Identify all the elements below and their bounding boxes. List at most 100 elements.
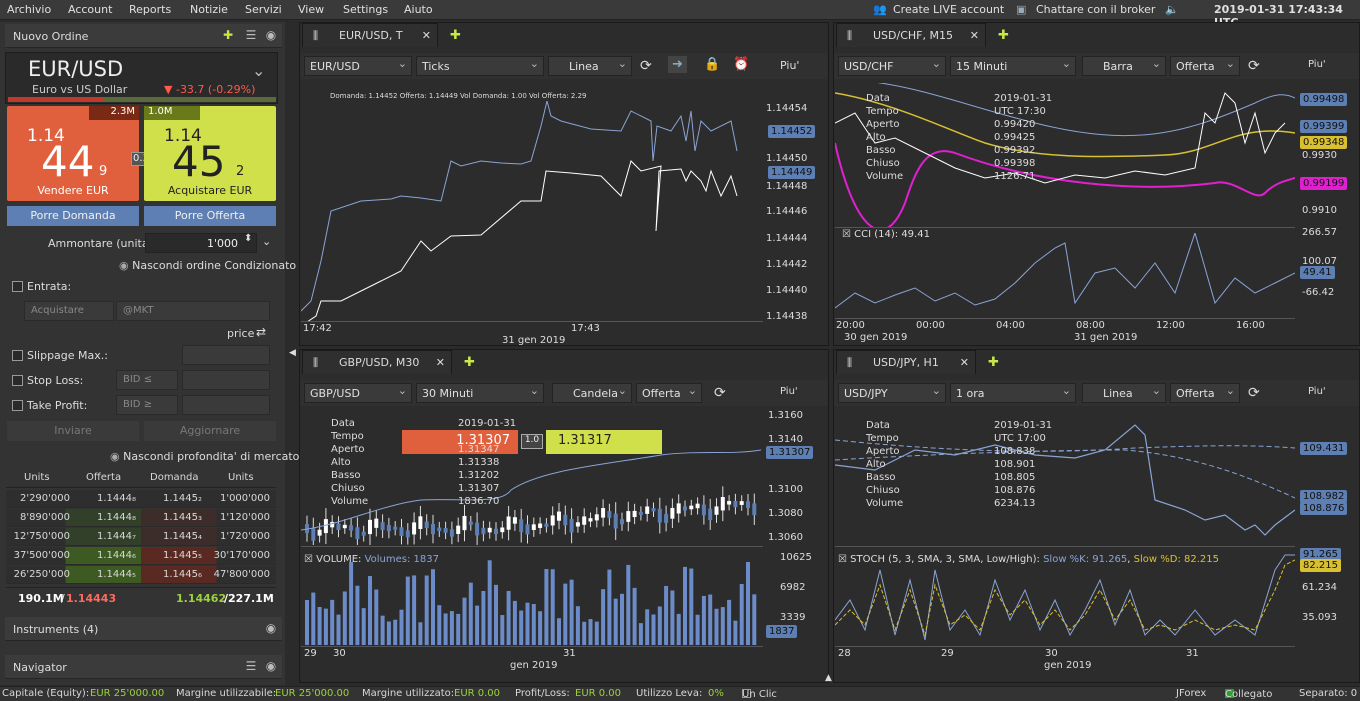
chevron-down-icon[interactable]: ⌄	[252, 61, 265, 80]
more-button[interactable]: Piu'	[1308, 59, 1326, 70]
slippage-field[interactable]	[182, 345, 270, 365]
speaker-icon[interactable]: 🔈	[1165, 3, 1179, 16]
entry-checkbox-row[interactable]: Entrata:	[12, 280, 71, 293]
side-select[interactable]: Offerta	[636, 383, 702, 403]
sell-box[interactable]: 2.3M 1.14 44 9 Vendere EUR	[7, 106, 139, 201]
send-button[interactable]: Inviare	[7, 421, 139, 441]
collapse-left-icon[interactable]: ◀	[289, 348, 296, 358]
tab-gbpusd[interactable]: ⫼ GBP/USD, M30 ✕	[302, 350, 452, 374]
instrument-select[interactable]: USD/CHF	[838, 56, 946, 76]
menu-view[interactable]: View	[298, 3, 324, 16]
legend-value: 1.31307	[458, 483, 500, 494]
add-icon[interactable]: ✚	[220, 28, 236, 44]
legend-value: 1.31347	[458, 444, 500, 455]
entry-checkbox[interactable]	[12, 281, 23, 292]
buy-box[interactable]: 1.0M 1.14 45 2 Acquistare EUR	[144, 106, 276, 201]
period-select[interactable]: Ticks	[416, 56, 544, 76]
amount-stepper[interactable]: ⬍	[244, 233, 252, 244]
scroll-arrow-icon[interactable]: ➜	[668, 56, 687, 73]
add-chart-icon[interactable]: ✚	[998, 28, 1009, 43]
amount-input[interactable]: 1'000	[145, 233, 257, 253]
stoploss-row[interactable]: Stop Loss:	[12, 374, 83, 387]
slippage-checkbox[interactable]	[12, 350, 23, 361]
volume-bar	[645, 609, 650, 645]
entry-side-field[interactable]: Acquistare	[24, 301, 114, 321]
eye-icon[interactable]: ◉	[263, 659, 279, 675]
refresh-icon[interactable]: ⟳	[1248, 58, 1260, 74]
stoploss-condition[interactable]: BID ≤	[116, 370, 178, 390]
entry-price-field[interactable]: @MKT	[116, 301, 270, 321]
place-bid-button[interactable]: Porre Domanda	[7, 206, 139, 226]
update-button[interactable]: Aggiornare	[144, 421, 276, 441]
lock-icon[interactable]: 🔒	[704, 57, 720, 72]
chart-type-select[interactable]: Candela	[552, 383, 632, 403]
symbol-selector[interactable]: EUR/USD Euro vs US Dollar ▼ -33.7 (-0.29…	[5, 52, 278, 104]
collapse-bottom-icon[interactable]: ▲	[825, 673, 832, 683]
menu-account[interactable]: Account	[68, 3, 112, 16]
close-icon[interactable]: ✕	[970, 29, 979, 42]
menu-icon[interactable]: ☰	[243, 28, 259, 44]
tab-usdchf[interactable]: ⫼ USD/CHF, M15 ✕	[836, 23, 986, 47]
navigator-header[interactable]: Navigator ☰ ◉	[5, 655, 282, 679]
menu-aiuto[interactable]: Aiuto	[404, 3, 433, 16]
candle	[582, 516, 587, 525]
period-select[interactable]: 30 Minuti	[416, 383, 544, 403]
close-icon[interactable]: ✕	[436, 356, 445, 369]
instruments-header[interactable]: Instruments (4) ◉	[5, 617, 282, 641]
stoploss-checkbox[interactable]	[12, 375, 23, 386]
menu-servizi[interactable]: Servizi	[245, 3, 282, 16]
close-icon[interactable]: ✕	[960, 356, 969, 369]
refresh-icon[interactable]: ⟳	[1248, 385, 1260, 401]
more-button[interactable]: Piu'	[780, 59, 799, 72]
hide-depth-link[interactable]: ◉ Nascondi profondita' di mercato	[110, 450, 299, 463]
chart-buy-price[interactable]: 1.31317	[546, 430, 662, 454]
takeprofit-row[interactable]: Take Profit:	[12, 399, 87, 412]
stoch-tick: 61.234	[1302, 582, 1337, 593]
place-offer-button[interactable]: Porre Offerta	[144, 206, 276, 226]
instrument-select[interactable]: EUR/USD	[304, 56, 412, 76]
eye-icon[interactable]: ◉	[263, 621, 279, 637]
side-select[interactable]: Offerta	[1170, 383, 1240, 403]
add-chart-icon[interactable]: ✚	[450, 28, 461, 43]
menu-reports[interactable]: Reports	[129, 3, 171, 16]
add-chart-icon[interactable]: ✚	[464, 355, 475, 370]
candle	[632, 510, 637, 518]
create-live-account-link[interactable]: Create LIVE account	[893, 3, 1004, 16]
slippage-row[interactable]: Slippage Max.:	[12, 349, 108, 362]
tab-usdjpy[interactable]: ⫼ USD/JPY, H1 ✕	[836, 350, 976, 374]
chart-type-select[interactable]: Linea	[548, 56, 632, 76]
takeprofit-checkbox[interactable]	[12, 400, 23, 411]
takeprofit-field[interactable]	[182, 395, 270, 415]
period-select[interactable]: 15 Minuti	[950, 56, 1076, 76]
stoploss-field[interactable]	[182, 370, 270, 390]
volume-bar	[626, 564, 631, 645]
instrument-select[interactable]: GBP/USD	[304, 383, 412, 403]
eye-icon[interactable]: ◉	[263, 28, 279, 44]
chart-type-select[interactable]: Barra	[1082, 56, 1166, 76]
add-chart-icon[interactable]: ✚	[988, 355, 999, 370]
instrument-select[interactable]: USD/JPY	[838, 383, 946, 403]
hide-conditional-link[interactable]: ◉ Nascondi ordine Condizionato	[119, 259, 296, 272]
chat-broker-link[interactable]: Chattare con il broker	[1036, 3, 1155, 16]
x-tick: 30	[1045, 648, 1058, 659]
candle	[708, 508, 713, 521]
depth-total-right: /227.1M	[224, 592, 274, 605]
swap-icon[interactable]: ⇄	[256, 325, 266, 339]
refresh-icon[interactable]: ⟳	[714, 385, 726, 401]
menu-settings[interactable]: Settings	[343, 3, 388, 16]
takeprofit-condition[interactable]: BID ≥	[116, 395, 178, 415]
amount-dropdown-icon[interactable]: ⌄	[262, 235, 271, 248]
more-button[interactable]: Piu'	[1308, 386, 1326, 397]
menu-notizie[interactable]: Notizie	[190, 3, 228, 16]
period-select[interactable]: 1 ora	[950, 383, 1076, 403]
more-button[interactable]: Piu'	[780, 386, 798, 397]
side-select[interactable]: Offerta	[1170, 56, 1240, 76]
menu-icon[interactable]: ☰	[243, 659, 259, 675]
refresh-icon[interactable]: ⟳	[640, 58, 652, 74]
menu-archivio[interactable]: Archivio	[7, 3, 51, 16]
alarm-icon[interactable]: ⏰	[733, 57, 749, 72]
volume-bar	[386, 621, 391, 645]
chart-type-select[interactable]: Linea	[1082, 383, 1166, 403]
tab-eurusd[interactable]: ⫼ EUR/USD, T ✕	[302, 23, 438, 47]
close-icon[interactable]: ✕	[422, 29, 431, 42]
